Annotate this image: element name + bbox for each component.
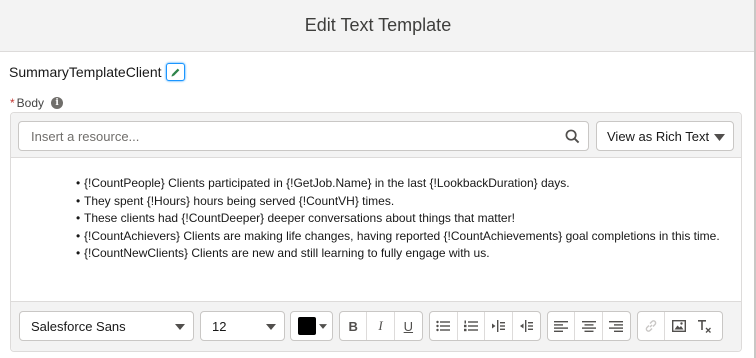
list-item: These clients had {!CountDeeper} deeper …: [76, 210, 721, 228]
template-name-row: SummaryTemplateClient: [9, 63, 185, 81]
resource-search-input[interactable]: [31, 128, 551, 144]
font-family-select[interactable]: Salesforce Sans: [19, 311, 194, 341]
font-family-value: Salesforce Sans: [31, 318, 126, 334]
pencil-icon: [170, 68, 179, 77]
bullet-list-icon: [436, 320, 451, 332]
align-center-icon: [581, 320, 596, 332]
align-right-icon: [609, 320, 624, 332]
clear-format-group: [691, 311, 723, 341]
list-item: They spent {!Hours} hours being served {…: [76, 193, 721, 211]
search-icon[interactable]: [565, 129, 580, 144]
image-icon: [671, 320, 686, 332]
align-left-icon: [554, 320, 569, 332]
chevron-down-icon: [714, 134, 725, 141]
text-color-select[interactable]: [290, 311, 333, 341]
outdent-icon: [492, 320, 506, 332]
underline-button[interactable]: U: [395, 312, 422, 340]
align-right-button[interactable]: [603, 312, 630, 340]
edit-name-button[interactable]: [165, 63, 185, 81]
list-item: {!CountNewClients} Clients are new and s…: [76, 245, 721, 263]
italic-button[interactable]: I: [367, 312, 395, 340]
clear-format-icon: [698, 319, 711, 333]
view-mode-select[interactable]: View as Rich Text: [596, 121, 734, 151]
view-mode-value: View as Rich Text: [607, 128, 710, 144]
numbered-list-icon: [463, 320, 478, 332]
body-field-label: * Body i: [10, 96, 64, 110]
link-button[interactable]: [638, 312, 666, 340]
color-swatch: [298, 317, 316, 335]
bullet-list: {!CountPeople} Clients participated in {…: [76, 175, 721, 263]
font-size-value: 12: [212, 318, 227, 334]
template-name: SummaryTemplateClient: [9, 64, 162, 80]
insert-group: [637, 311, 693, 341]
align-left-button[interactable]: [548, 312, 576, 340]
formatting-toolbar: Salesforce Sans 12 B I U: [11, 301, 741, 351]
numbered-list-button[interactable]: [458, 312, 485, 340]
bullet-list-button[interactable]: [430, 312, 458, 340]
body-label-text: Body: [16, 96, 45, 110]
list-item: {!CountPeople} Clients participated in {…: [76, 175, 721, 193]
required-marker: *: [10, 96, 15, 110]
info-icon[interactable]: i: [51, 97, 64, 109]
outdent-button[interactable]: [485, 312, 513, 340]
align-center-button[interactable]: [575, 312, 603, 340]
alignment-group: [547, 311, 631, 341]
link-icon: [645, 320, 657, 332]
chevron-down-icon: [319, 324, 327, 329]
chevron-down-icon: [266, 324, 276, 330]
modal-header: Edit Text Template: [0, 0, 756, 52]
chevron-down-icon: [175, 324, 185, 330]
rich-text-editor: View as Rich Text {!CountPeople} Clients…: [10, 112, 742, 352]
editor-content[interactable]: {!CountPeople} Clients participated in {…: [11, 159, 741, 299]
resource-search[interactable]: [18, 121, 589, 151]
indent-icon: [520, 320, 534, 332]
image-button[interactable]: [665, 312, 692, 340]
clear-format-button[interactable]: [691, 312, 719, 340]
bold-button[interactable]: B: [340, 312, 368, 340]
list-indent-group: [429, 311, 541, 341]
indent-button[interactable]: [513, 312, 540, 340]
editor-resource-bar: View as Rich Text: [11, 113, 741, 158]
font-size-select[interactable]: 12: [200, 311, 285, 341]
list-item: {!CountAchievers} Clients are making lif…: [76, 228, 721, 246]
text-style-group: B I U: [339, 311, 423, 341]
modal-title: Edit Text Template: [304, 15, 452, 35]
